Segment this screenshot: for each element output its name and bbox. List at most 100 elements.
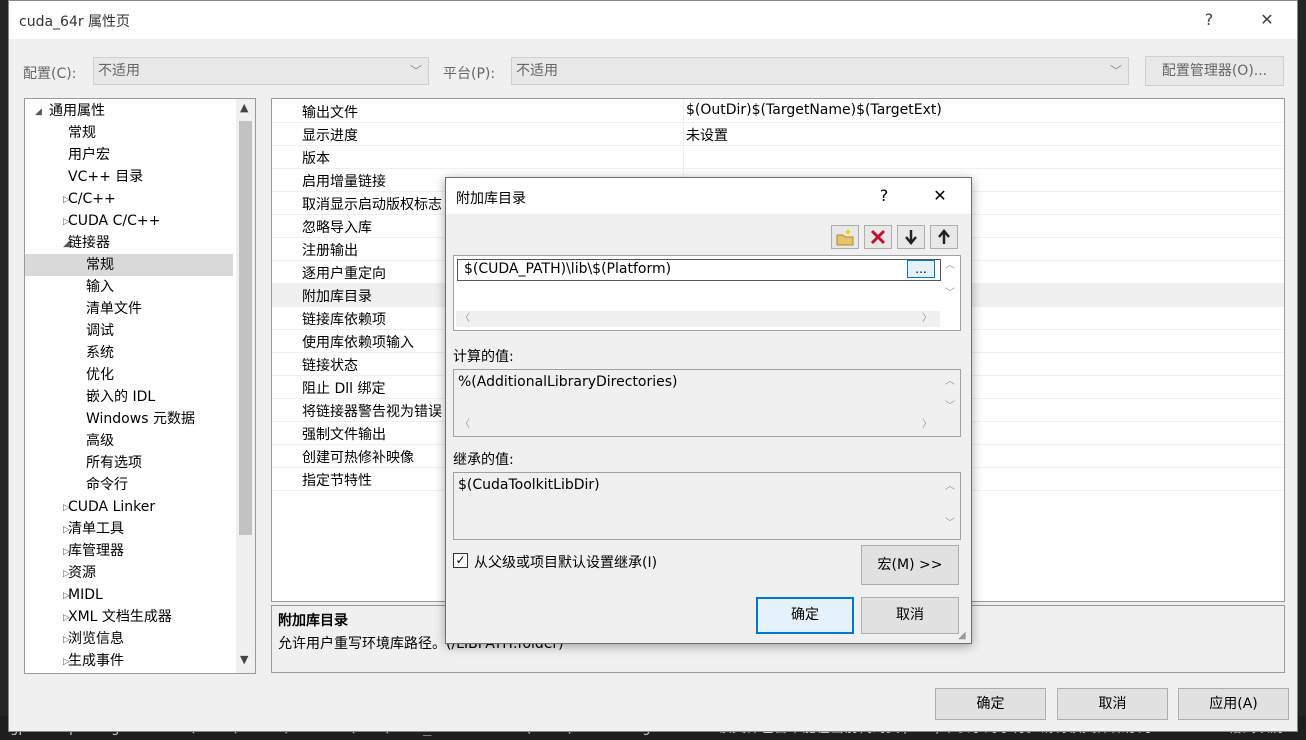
list-vscroll[interactable]: ︿ ﹀ xyxy=(942,258,958,306)
tree-item[interactable]: ▷ 生成事件 xyxy=(25,650,233,672)
tree-item[interactable]: ▷ C/C++ xyxy=(25,188,233,210)
settings-tree: ◢ 通用属性 常规 用户宏 VC++ 目录 ▷ C/C++ ▷ CUDA C/C++ ◢ 链接器 常规… xyxy=(24,98,256,674)
config-select[interactable]: 不适用 ﹀ xyxy=(93,57,429,85)
tree-item[interactable]: ▷ 清单工具 xyxy=(25,518,233,540)
property-name: 指定节特性 xyxy=(302,473,372,489)
dialog-ok-button[interactable]: 确定 xyxy=(756,597,854,634)
tree-item[interactable]: ▷ CUDA C/C++ xyxy=(25,210,233,232)
chevron-right-icon[interactable]: 〉 xyxy=(922,417,932,433)
property-name: 显示进度 xyxy=(302,128,358,144)
property-value[interactable]: $(OutDir)$(TargetName)$(TargetExt) xyxy=(686,102,942,118)
close-button[interactable]: ✕ xyxy=(1247,7,1287,33)
chevron-down-icon[interactable]: ﹀ xyxy=(942,397,958,412)
property-name: 取消显示启动版权标志 xyxy=(302,197,442,213)
computed-value-box: %(AdditionalLibraryDirectories) ︿ ﹀ 〈 〉 xyxy=(453,369,961,437)
tree-item[interactable]: ◢ 链接器 xyxy=(25,232,233,254)
tree-item[interactable]: 用户宏 xyxy=(25,144,233,166)
chevron-right-icon[interactable]: 〉 xyxy=(922,311,932,327)
property-name: 逐用户重定向 xyxy=(302,266,386,282)
directory-entry-text[interactable]: $(CUDA_PATH)\lib\$(Platform) xyxy=(464,261,671,277)
move-up-button[interactable] xyxy=(930,225,958,249)
tree-item[interactable]: ◢ 通用属性 xyxy=(25,100,233,122)
chevron-up-icon[interactable]: ︿ xyxy=(942,477,958,492)
tree-item[interactable]: 命令行 xyxy=(25,474,233,496)
tree-item[interactable]: 常规 xyxy=(25,254,233,276)
property-name: 将链接器警告视为错误 xyxy=(302,404,442,420)
collapse-arrow-icon[interactable]: ◢ xyxy=(35,101,42,123)
property-value[interactable]: 未设置 xyxy=(686,125,728,145)
dialog-title-bar: 附加库目录 ? ✕ xyxy=(446,178,971,214)
tree-item[interactable]: 常规 xyxy=(25,122,233,144)
tree-item[interactable]: ▷ CUDA Linker xyxy=(25,496,233,518)
tree-item[interactable]: 调试 xyxy=(25,320,233,342)
directory-list[interactable]: $(CUDA_PATH)\lib\$(Platform) ... ︿ ﹀ 〈 〉 xyxy=(453,255,961,331)
tree-item-label: 输入 xyxy=(86,279,114,295)
tree-scrollbar[interactable]: ▲ ▼ xyxy=(236,99,255,673)
property-name: 忽略导入库 xyxy=(302,220,372,236)
inherit-checkbox[interactable]: ✓ xyxy=(453,553,468,568)
tree-item[interactable]: ▷ 资源 xyxy=(25,562,233,584)
directory-entry[interactable]: $(CUDA_PATH)\lib\$(Platform) ... xyxy=(457,259,941,281)
tree-item-label: 浏览信息 xyxy=(68,631,124,647)
computed-value: %(AdditionalLibraryDirectories) xyxy=(458,374,678,390)
tree-item[interactable]: 输入 xyxy=(25,276,233,298)
inherit-checkbox-label[interactable]: 从父级或项目默认设置继承(I) xyxy=(474,552,657,572)
scroll-down-icon[interactable]: ▼ xyxy=(240,653,248,666)
chevron-down-icon[interactable]: ﹀ xyxy=(942,286,958,302)
tree-item-label: 系统 xyxy=(86,345,114,361)
inherited-vscroll[interactable]: ︿ ﹀ xyxy=(942,477,958,533)
platform-select[interactable]: 不适用 ﹀ xyxy=(511,57,1129,85)
tree-item[interactable]: VC++ 目录 xyxy=(25,166,233,188)
config-manager-button[interactable]: 配置管理器(O)... xyxy=(1145,56,1284,86)
tree-item[interactable]: Windows 元数据 xyxy=(25,408,233,430)
help-button[interactable]: ? xyxy=(1189,7,1229,33)
list-hscroll[interactable]: 〈 〉 xyxy=(456,311,940,327)
scroll-up-icon[interactable]: ▲ xyxy=(240,101,248,114)
property-name: 附加库目录 xyxy=(302,289,372,305)
right-edge-panel xyxy=(1298,0,1306,740)
chevron-left-icon[interactable]: 〈 xyxy=(460,417,470,433)
chevron-up-icon[interactable]: ︿ xyxy=(942,372,958,387)
tree-item[interactable]: ▷ 浏览信息 xyxy=(25,628,233,650)
new-line-button[interactable] xyxy=(831,225,859,249)
tree-item[interactable]: 系统 xyxy=(25,342,233,364)
tree-item-label: 库管理器 xyxy=(68,543,124,559)
tree-item[interactable]: ▷ XML 文档生成器 xyxy=(25,606,233,628)
property-row[interactable]: 版本 xyxy=(272,146,1284,169)
platform-label: 平台(P): xyxy=(443,66,496,82)
dialog-cancel-button[interactable]: 取消 xyxy=(861,597,959,634)
move-down-button[interactable] xyxy=(897,225,925,249)
inherited-value-box: $(CudaToolkitLibDir) ︿ ﹀ xyxy=(453,472,961,540)
property-row[interactable]: 显示进度 未设置 xyxy=(272,123,1284,146)
tree-item[interactable]: 清单文件 xyxy=(25,298,233,320)
tree-item[interactable]: 优化 xyxy=(25,364,233,386)
tree-item-label: 清单文件 xyxy=(86,301,142,317)
tree-item[interactable]: ▷ 库管理器 xyxy=(25,540,233,562)
delete-line-button[interactable] xyxy=(864,225,892,249)
browse-button[interactable]: ... xyxy=(907,260,935,278)
tree-item-label: 常规 xyxy=(86,257,114,273)
tree-item[interactable]: 高级 xyxy=(25,430,233,452)
tree-item[interactable]: 所有选项 xyxy=(25,452,233,474)
chevron-down-icon[interactable]: ﹀ xyxy=(942,514,958,529)
chevron-up-icon[interactable]: ︿ xyxy=(942,258,958,274)
ok-button[interactable]: 确定 xyxy=(935,688,1046,720)
property-row[interactable]: 输出文件 $(OutDir)$(TargetName)$(TargetExt) xyxy=(272,100,1284,123)
tree-item[interactable]: 嵌入的 IDL xyxy=(25,386,233,408)
tree-scroll-thumb[interactable] xyxy=(239,121,252,535)
dialog-close-button[interactable]: ✕ xyxy=(928,186,952,205)
tree-item-label: 调试 xyxy=(86,323,114,339)
property-name: 使用库依赖项输入 xyxy=(302,335,414,351)
platform-value: 不适用 xyxy=(516,63,558,79)
cancel-button[interactable]: 取消 xyxy=(1057,688,1168,720)
tree-item[interactable]: ▷ MIDL xyxy=(25,584,233,606)
dialog-help-button[interactable]: ? xyxy=(872,186,896,205)
computed-vscroll[interactable]: ︿ ﹀ xyxy=(942,372,958,412)
property-name: 链接库依赖项 xyxy=(302,312,386,328)
window-title-bar: cuda_64r 属性页 ? ✕ xyxy=(9,1,1297,39)
resize-grip-icon[interactable]: ◢ xyxy=(958,630,966,641)
apply-button[interactable]: 应用(A) xyxy=(1178,688,1289,720)
computed-hscroll[interactable]: 〈 〉 xyxy=(456,417,940,433)
chevron-left-icon[interactable]: 〈 xyxy=(460,311,470,327)
macros-button[interactable]: 宏(M) >> xyxy=(861,545,959,585)
